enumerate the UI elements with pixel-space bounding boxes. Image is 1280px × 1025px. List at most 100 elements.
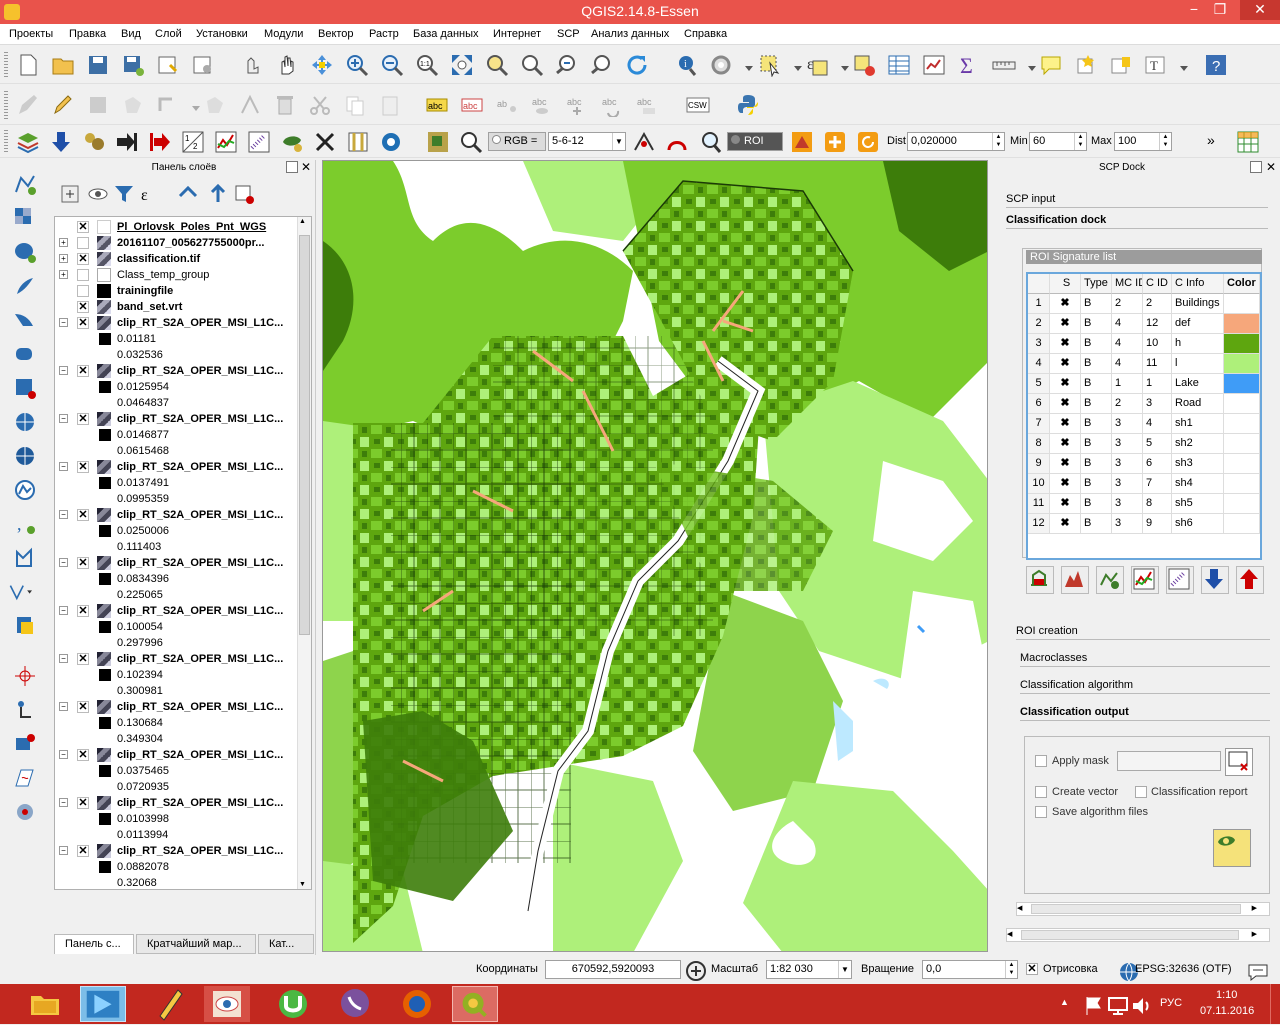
new-shapefile-icon[interactable] xyxy=(13,546,37,570)
close-panel-button[interactable]: ✕ xyxy=(301,160,311,174)
scp-input-section[interactable]: SCP input xyxy=(1006,190,1268,208)
deselect-features-icon[interactable] xyxy=(852,53,876,77)
maximize-button[interactable]: ❐ xyxy=(1206,0,1234,20)
scroll-left-icon[interactable]: ◀ xyxy=(1017,903,1022,915)
draw-roi-icon[interactable] xyxy=(665,130,689,154)
interpolation-icon[interactable] xyxy=(13,766,37,790)
settings-gear-icon[interactable] xyxy=(379,130,403,154)
roi-select-checkbox[interactable]: ✖ xyxy=(1050,314,1081,334)
composer-manager-icon[interactable] xyxy=(191,53,215,77)
toolbar-handle[interactable] xyxy=(4,130,8,154)
roi-table-row[interactable]: 6 ✖ B 2 3 Road xyxy=(1028,394,1260,414)
select-by-expression-icon[interactable]: ε xyxy=(805,53,829,77)
expand-toggle[interactable]: + xyxy=(59,270,68,279)
roi-color-swatch[interactable] xyxy=(1224,334,1260,354)
messages-icon[interactable] xyxy=(1246,960,1268,982)
roi-color-swatch[interactable] xyxy=(1224,494,1260,514)
collapse-toggle[interactable]: − xyxy=(59,414,68,423)
import-signature-icon[interactable] xyxy=(1201,566,1229,594)
roi-select-checkbox[interactable]: ✖ xyxy=(1050,474,1081,494)
spectral-plot-icon[interactable] xyxy=(214,130,238,154)
roi-table-row[interactable]: 10 ✖ B 3 7 sh4 xyxy=(1028,474,1260,494)
menu-edit[interactable]: Правка xyxy=(69,28,106,40)
filter-legend-icon[interactable] xyxy=(112,182,133,202)
redo-roi-icon[interactable] xyxy=(698,130,722,154)
zoom-preview-icon[interactable] xyxy=(459,130,483,154)
dock-hscrollbar-1[interactable]: ◀ ▶ xyxy=(1016,902,1270,916)
select-dropdown-icon[interactable] xyxy=(786,58,802,82)
roi-color-swatch[interactable] xyxy=(1224,394,1260,414)
sum-icon[interactable]: Σ xyxy=(957,53,981,78)
add-vector-layer-icon[interactable] xyxy=(13,172,37,196)
zoom-next-icon[interactable] xyxy=(590,53,614,77)
layer-visibility-checkbox[interactable]: ✕ xyxy=(77,509,89,521)
roi-select-checkbox[interactable]: ✖ xyxy=(1050,434,1081,454)
collapse-toggle[interactable]: − xyxy=(59,606,68,615)
layer-row[interactable]: trainingfile xyxy=(55,283,299,299)
signature-plot-icon[interactable] xyxy=(1131,566,1159,594)
crs-globe-icon[interactable] xyxy=(1117,960,1138,982)
max-spinbox[interactable]: 100 ▲ ▼ xyxy=(1114,132,1172,151)
export-signature-icon[interactable] xyxy=(1236,566,1264,594)
collapse-toggle[interactable]: − xyxy=(59,654,68,663)
flag-tray-icon[interactable] xyxy=(1082,994,1101,1015)
rgb-toggle[interactable]: RGB = xyxy=(488,132,546,151)
new-bookmark-icon[interactable] xyxy=(1074,53,1098,77)
rotation-spinbox[interactable]: 0,0 ▲ ▼ xyxy=(922,960,1018,979)
column-mc-id[interactable]: MC ID xyxy=(1112,274,1143,294)
collapse-toggle[interactable]: − xyxy=(59,510,68,519)
download-icon[interactable] xyxy=(49,130,73,154)
layer-visibility-checkbox[interactable]: ✕ xyxy=(77,653,89,665)
classification-output-section[interactable]: Classification output xyxy=(1020,703,1270,721)
select-features-icon[interactable] xyxy=(758,53,782,78)
add-raster-layer-icon[interactable] xyxy=(13,206,37,230)
minimize-button[interactable]: − xyxy=(1180,0,1208,20)
menu-web[interactable]: Интернет xyxy=(493,28,541,40)
menu-analysis[interactable]: Анализ данных xyxy=(591,28,669,40)
mask-file-field[interactable] xyxy=(1117,751,1221,771)
layer-row[interactable]: − ✕ clip_RT_S2A_OPER_MSI_L1C... xyxy=(55,795,299,811)
menu-settings[interactable]: Установки xyxy=(196,28,248,40)
roi-select-checkbox[interactable]: ✖ xyxy=(1050,454,1081,474)
roi-select-checkbox[interactable]: ✖ xyxy=(1050,294,1081,314)
scroll-right-icon[interactable]: ▶ xyxy=(1252,903,1257,915)
layer-row[interactable]: + Class_temp_group xyxy=(55,267,299,283)
new-print-composer-icon[interactable] xyxy=(156,53,180,77)
menu-view[interactable]: Вид xyxy=(121,28,141,40)
measure-dropdown-icon[interactable] xyxy=(1020,58,1036,82)
pan-icon[interactable] xyxy=(275,53,299,77)
layer-visibility-checkbox[interactable]: ✕ xyxy=(77,845,89,857)
add-wfs-layer-icon[interactable] xyxy=(13,478,37,502)
layer-row[interactable]: ✕ Pl_Orlovsk_Poles_Pnt_WGS xyxy=(55,219,299,235)
roi-color-swatch[interactable] xyxy=(1224,354,1260,374)
open-project-icon[interactable] xyxy=(51,53,75,77)
scrollbar-thumb[interactable] xyxy=(1021,930,1239,940)
roi-table-row[interactable]: 5 ✖ B 1 1 Lake xyxy=(1028,374,1260,394)
processing-icon[interactable] xyxy=(13,800,37,824)
layer-row[interactable]: − ✕ clip_RT_S2A_OPER_MSI_L1C... xyxy=(55,363,299,379)
zoom-out-icon[interactable] xyxy=(380,53,404,77)
select-mask-icon[interactable] xyxy=(1225,748,1253,776)
save-project-icon[interactable] xyxy=(86,53,110,77)
layer-visibility-checkbox[interactable]: ✕ xyxy=(77,605,89,617)
zoom-native-icon[interactable]: 1:1 xyxy=(415,53,439,77)
layer-visibility-checkbox[interactable] xyxy=(77,269,89,281)
statistics-icon[interactable] xyxy=(922,53,946,77)
layer-visibility-checkbox[interactable]: ✕ xyxy=(77,317,89,329)
layer-row[interactable]: − ✕ clip_RT_S2A_OPER_MSI_L1C... xyxy=(55,315,299,331)
move-label-icon[interactable]: abc xyxy=(565,93,589,117)
menu-scp[interactable]: SCP xyxy=(557,28,580,40)
spreadsheet-icon[interactable] xyxy=(1236,130,1260,154)
crosshair-icon[interactable] xyxy=(13,664,37,688)
collapse-toggle[interactable]: − xyxy=(59,846,68,855)
roi-table-row[interactable]: 3 ✖ B 4 10 h xyxy=(1028,334,1260,354)
layer-visibility-checkbox[interactable]: ✕ xyxy=(77,301,89,313)
layer-row[interactable]: − ✕ clip_RT_S2A_OPER_MSI_L1C... xyxy=(55,603,299,619)
show-bookmarks-icon[interactable] xyxy=(1109,53,1133,77)
layer-visibility-checkbox[interactable]: ✕ xyxy=(77,221,89,233)
collapse-toggle[interactable]: − xyxy=(59,702,68,711)
python-console-icon[interactable] xyxy=(736,93,760,117)
add-mssql-layer-icon[interactable] xyxy=(13,308,37,332)
roi-color-swatch[interactable] xyxy=(1224,514,1260,534)
zoom-full-icon[interactable] xyxy=(450,53,474,77)
